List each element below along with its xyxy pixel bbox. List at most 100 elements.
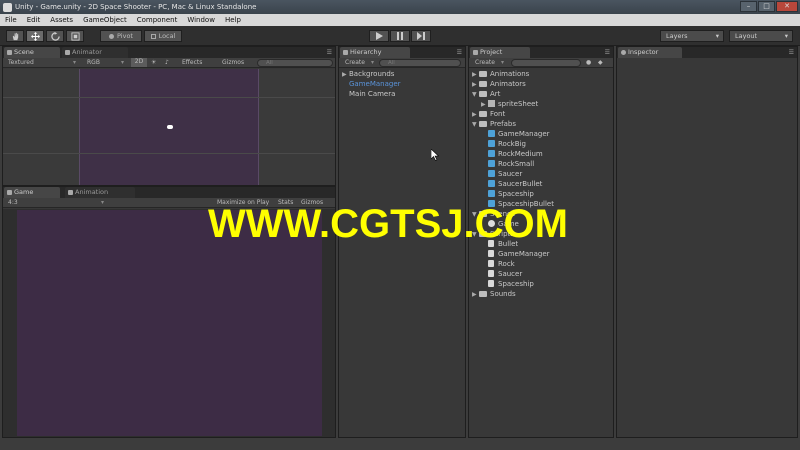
project-item[interactable]: SaucerBullet bbox=[481, 179, 542, 189]
effects-dropdown[interactable]: Effects bbox=[182, 59, 202, 67]
window-titlebar[interactable]: Unity - Game.unity - 2D Space Shooter - … bbox=[0, 0, 800, 14]
project-item[interactable]: ▶ spriteSheet bbox=[481, 99, 538, 109]
step-icon bbox=[417, 32, 425, 40]
project-item[interactable]: ▼ Prefabs bbox=[472, 119, 516, 129]
scene-search-input[interactable]: All bbox=[257, 59, 333, 67]
maximize-button[interactable]: □ bbox=[758, 1, 775, 12]
2d-toggle-button[interactable]: 2D bbox=[131, 58, 147, 67]
tab-animation[interactable]: Animation bbox=[65, 187, 135, 198]
layout-dropdown[interactable]: Layout bbox=[729, 30, 793, 42]
hierarchy-tabstrip: Hierarchy ☰ bbox=[339, 47, 465, 58]
project-item-label: GameManager bbox=[498, 250, 550, 258]
close-button[interactable]: ✕ bbox=[776, 1, 798, 12]
project-item[interactable]: Spaceship bbox=[481, 189, 534, 199]
project-item[interactable]: ▶ Font bbox=[472, 109, 505, 119]
menu-assets[interactable]: Assets bbox=[45, 16, 78, 24]
panel-menu-icon[interactable]: ☰ bbox=[605, 47, 610, 58]
create-chevron-icon: ▾ bbox=[371, 59, 375, 66]
hierarchy-item[interactable]: ▶ Backgrounds bbox=[342, 69, 394, 79]
panel-menu-icon[interactable]: ☰ bbox=[327, 47, 332, 58]
search-by-type-icon[interactable]: ● bbox=[586, 59, 591, 67]
project-item[interactable]: RockSmall bbox=[481, 159, 534, 169]
layers-dropdown[interactable]: Layers bbox=[660, 30, 724, 42]
minimize-button[interactable]: – bbox=[740, 1, 757, 12]
menu-edit[interactable]: Edit bbox=[22, 16, 46, 24]
folder-icon bbox=[479, 121, 487, 127]
prefab-cube-icon bbox=[488, 190, 495, 197]
project-item[interactable]: RockMedium bbox=[481, 149, 543, 159]
project-item[interactable]: GameManager bbox=[481, 129, 550, 139]
tab-scene[interactable]: Scene bbox=[4, 47, 60, 58]
project-item[interactable]: ▶ Sounds bbox=[472, 289, 516, 299]
search-by-label-icon[interactable]: ◆ bbox=[598, 59, 603, 67]
project-item[interactable]: Saucer bbox=[481, 169, 522, 179]
pivot-toggle-button[interactable]: Pivot bbox=[100, 30, 142, 42]
tab-animator[interactable]: Animator bbox=[62, 47, 128, 58]
scene-panel: Scene Animator ☰ Textured ▾ RGB ▾ 2D ☀ ♪… bbox=[2, 46, 336, 186]
prefab-cube-icon bbox=[488, 150, 495, 157]
menu-file[interactable]: File bbox=[0, 16, 22, 24]
tab-inspector[interactable]: Inspector bbox=[618, 47, 682, 58]
move-tool-button[interactable] bbox=[26, 30, 44, 42]
render-mode-dropdown[interactable]: RGB bbox=[87, 59, 100, 67]
project-item[interactable]: ▶ Animations bbox=[472, 69, 529, 79]
step-button[interactable] bbox=[411, 30, 431, 42]
gizmos-dropdown[interactable]: Gizmos bbox=[222, 59, 244, 67]
tab-project[interactable]: Project bbox=[470, 47, 530, 58]
tab-game[interactable]: Game bbox=[4, 187, 60, 198]
expand-arrow-icon[interactable]: ▶ bbox=[472, 290, 479, 300]
project-tabstrip: Project ☰ bbox=[469, 47, 613, 58]
shading-mode-dropdown[interactable]: Textured bbox=[8, 59, 34, 67]
hand-icon bbox=[12, 32, 18, 40]
prefab-cube-icon bbox=[488, 170, 495, 177]
menu-help[interactable]: Help bbox=[220, 16, 246, 24]
hierarchy-item-label: GameManager bbox=[349, 80, 401, 88]
project-item-label: Saucer bbox=[498, 170, 523, 178]
project-item-label: RockSmall bbox=[498, 160, 535, 168]
aspect-chevron-icon: ▾ bbox=[101, 199, 105, 206]
hierarchy-create-dropdown[interactable]: Create bbox=[345, 59, 365, 67]
project-item[interactable]: Saucer bbox=[481, 269, 522, 279]
menu-gameobject[interactable]: GameObject bbox=[78, 16, 132, 24]
project-item-label: Rock bbox=[498, 260, 515, 268]
expand-arrow-icon[interactable]: ▼ bbox=[472, 90, 479, 100]
project-item[interactable]: Rock bbox=[481, 259, 515, 269]
hierarchy-item[interactable]: GameManager bbox=[349, 79, 401, 89]
pause-button[interactable] bbox=[390, 30, 410, 42]
local-toggle-button[interactable]: Local bbox=[144, 30, 182, 42]
project-item[interactable]: GameManager bbox=[481, 249, 550, 259]
expand-arrow-icon[interactable]: ▶ bbox=[342, 70, 349, 80]
project-item[interactable]: ▶ Animators bbox=[472, 79, 526, 89]
audio-toggle-icon[interactable]: ♪ bbox=[165, 59, 169, 67]
scene-view-canvas[interactable] bbox=[3, 69, 335, 185]
spaceship-sprite[interactable] bbox=[167, 125, 173, 129]
game-tab-icon bbox=[7, 190, 12, 195]
project-search-input[interactable] bbox=[511, 59, 581, 67]
scene-tabstrip: Scene Animator ☰ bbox=[3, 47, 335, 58]
panel-menu-icon[interactable]: ☰ bbox=[457, 47, 462, 58]
project-item-label: Animators bbox=[490, 80, 526, 88]
panel-menu-icon[interactable]: ☰ bbox=[789, 47, 794, 58]
aspect-dropdown[interactable]: 4:3 bbox=[8, 199, 18, 207]
scale-tool-button[interactable] bbox=[66, 30, 84, 42]
project-create-dropdown[interactable]: Create bbox=[475, 59, 495, 67]
project-item[interactable]: RockBig bbox=[481, 139, 526, 149]
expand-arrow-icon[interactable]: ▼ bbox=[472, 120, 479, 130]
project-item[interactable]: ▼ Art bbox=[472, 89, 500, 99]
prefab-cube-icon bbox=[488, 140, 495, 147]
folder-icon bbox=[479, 91, 487, 97]
hand-tool-button[interactable] bbox=[6, 30, 24, 42]
pivot-icon bbox=[109, 33, 115, 39]
hierarchy-search-input[interactable]: All bbox=[379, 59, 461, 67]
menu-component[interactable]: Component bbox=[132, 16, 183, 24]
lighting-toggle-icon[interactable]: ☀ bbox=[151, 59, 156, 67]
mouse-cursor-icon bbox=[431, 149, 439, 161]
play-button[interactable] bbox=[369, 30, 389, 42]
project-item[interactable]: Spaceship bbox=[481, 279, 534, 289]
play-icon bbox=[376, 32, 383, 40]
tab-hierarchy[interactable]: Hierarchy bbox=[340, 47, 410, 58]
rotate-tool-button[interactable] bbox=[46, 30, 64, 42]
menu-window[interactable]: Window bbox=[182, 16, 220, 24]
hierarchy-item[interactable]: Main Camera bbox=[349, 89, 395, 99]
project-item-label: Font bbox=[490, 110, 506, 118]
